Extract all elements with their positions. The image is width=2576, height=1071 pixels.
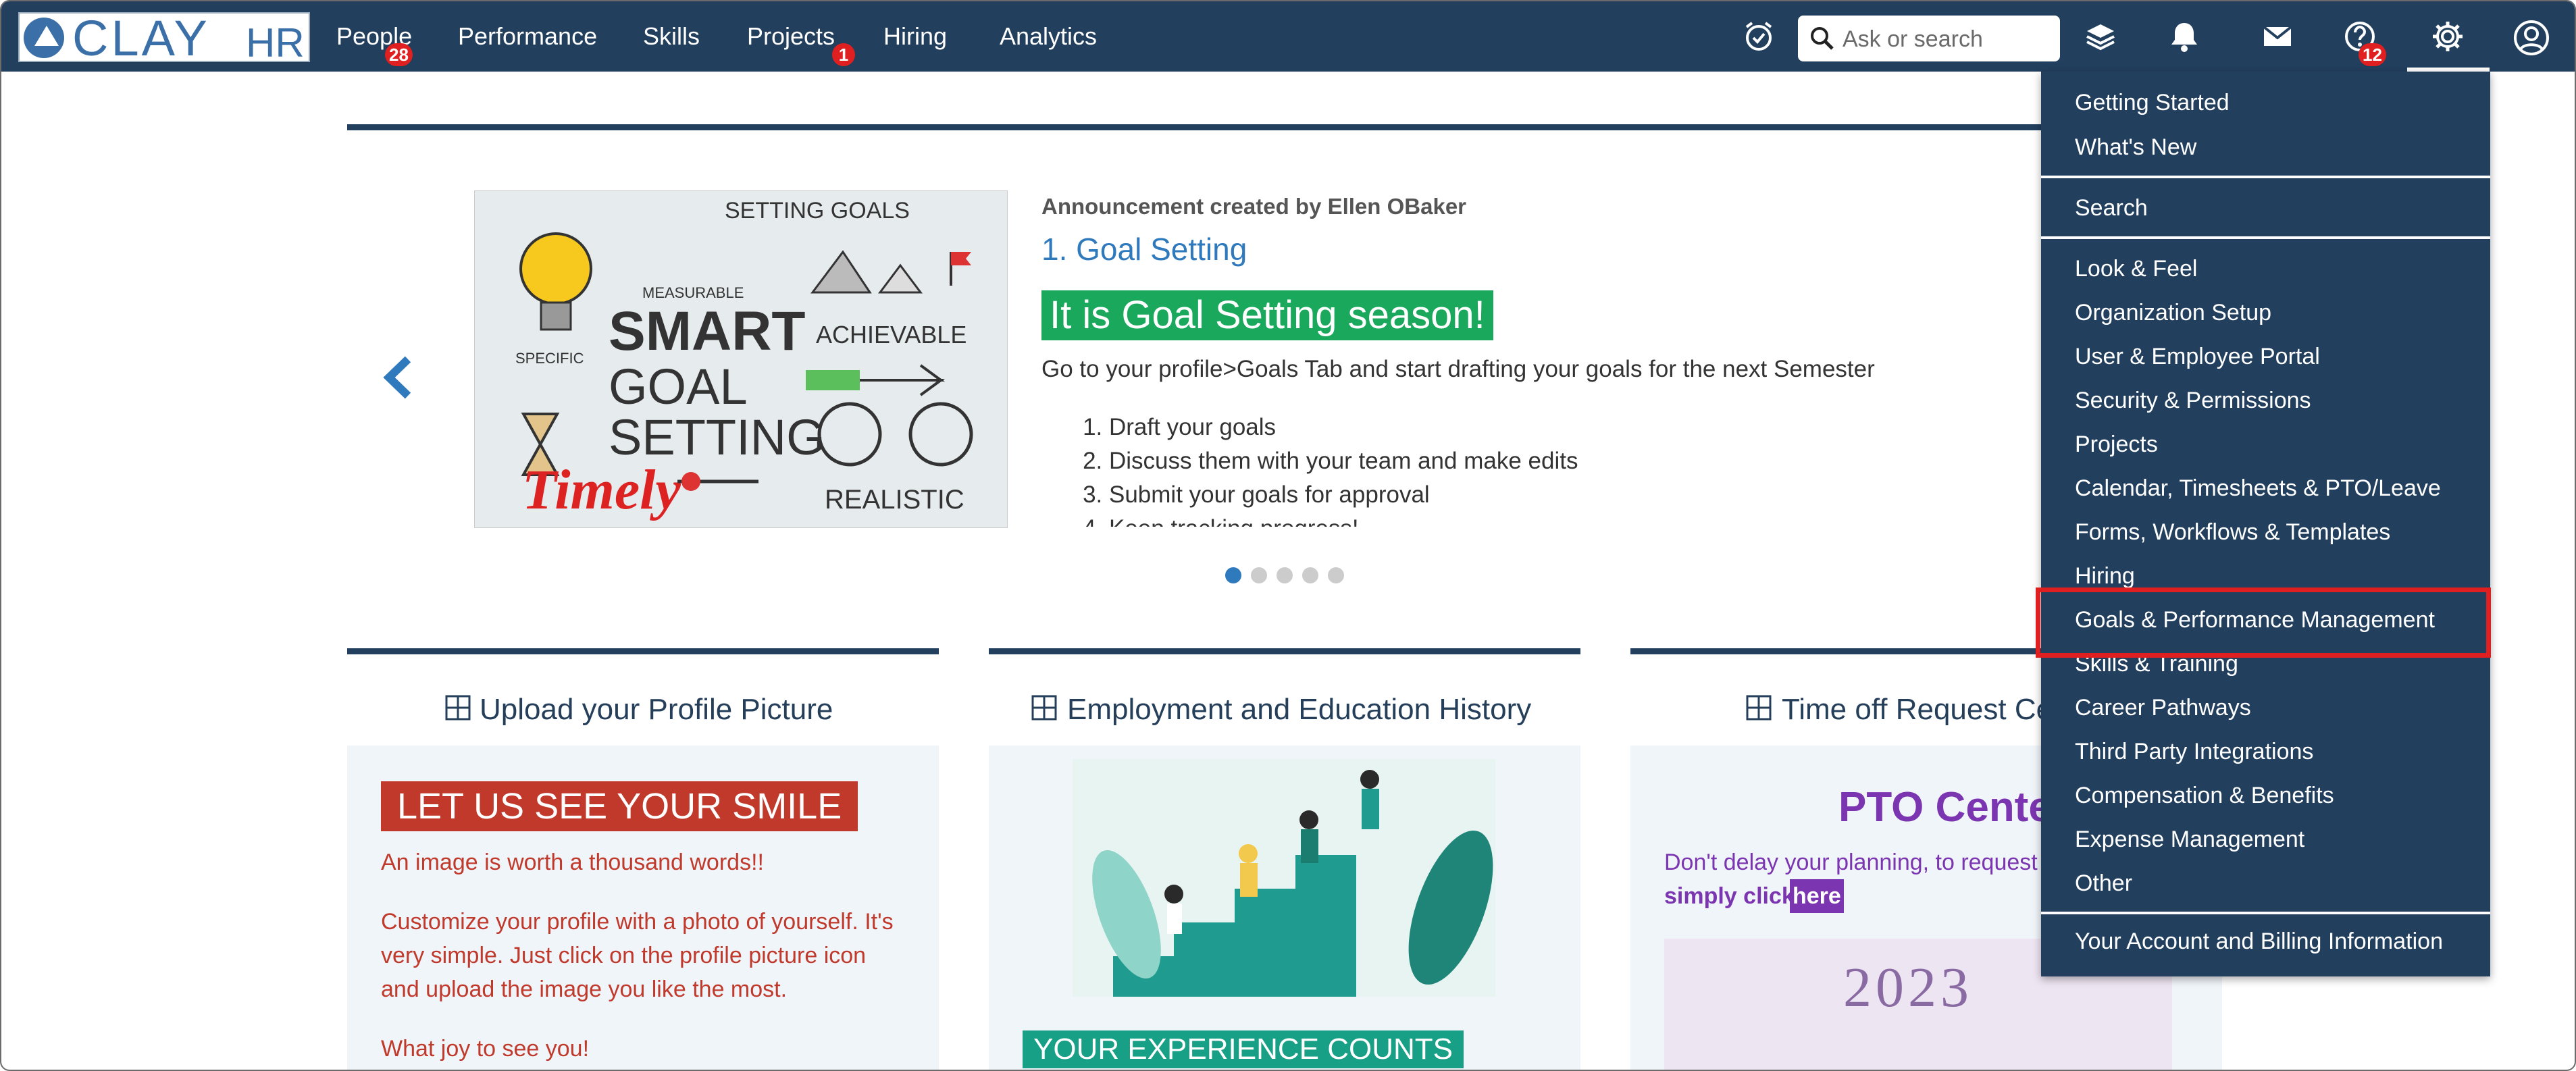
smile-banner: LET US SEE YOUR SMILE xyxy=(381,781,858,831)
menu-item-organization-setup[interactable]: Organization Setup xyxy=(2075,298,2271,328)
projects-count-badge: 1 xyxy=(832,43,855,66)
carousel-prev-button[interactable] xyxy=(381,354,415,401)
pto-here-link[interactable]: here xyxy=(1790,879,1844,913)
menu-divider xyxy=(2041,236,2490,239)
menu-item-look-feel[interactable]: Look & Feel xyxy=(2075,254,2197,284)
svg-text:SETTING: SETTING xyxy=(609,409,825,465)
menu-item-security-permissions[interactable]: Security & Permissions xyxy=(2075,386,2311,415)
svg-text:Timely: Timely xyxy=(522,459,681,521)
checkin-icon[interactable] xyxy=(1741,19,1776,54)
menu-item-career-pathways[interactable]: Career Pathways xyxy=(2075,693,2251,723)
layers-icon[interactable] xyxy=(2083,19,2118,54)
logo-subtext: HR xyxy=(246,20,305,66)
menu-item-third-party-integrations[interactable]: Third Party Integrations xyxy=(2075,737,2313,766)
card-title-employment-history: Employment and Education History xyxy=(1067,693,1532,726)
list-item: Discuss them with your team and make edi… xyxy=(1109,444,1578,478)
carousel-dot-4[interactable] xyxy=(1302,567,1318,583)
menu-item-forms-workflows[interactable]: Forms, Workflows & Templates xyxy=(2075,517,2390,547)
nav-projects[interactable]: Projects xyxy=(747,22,835,51)
search-box[interactable] xyxy=(1798,16,2060,61)
section-divider xyxy=(347,124,2222,130)
card-divider xyxy=(989,648,1580,654)
svg-text:SETTING GOALS: SETTING GOALS xyxy=(725,198,910,224)
list-item: Draft your goals xyxy=(1109,411,1578,444)
announcement-headline: It is Goal Setting season! xyxy=(1041,290,1493,340)
highlight-box xyxy=(2036,587,2491,658)
card-text: very simple. Just click on the profile p… xyxy=(381,943,867,968)
announcement-title[interactable]: 1. Goal Setting xyxy=(1041,231,1247,267)
grid-icon xyxy=(1746,695,1772,721)
grid-icon xyxy=(1031,695,1057,721)
card-title-profile-picture: Upload your Profile Picture xyxy=(480,693,833,726)
menu-item-expense-management[interactable]: Expense Management xyxy=(2075,825,2304,854)
user-icon[interactable] xyxy=(2513,19,2549,55)
list-item: Submit your goals for approval xyxy=(1109,478,1578,512)
svg-text:SMART: SMART xyxy=(609,301,806,362)
svg-text:ACHIEVABLE: ACHIEVABLE xyxy=(816,321,967,348)
menu-item-compensation-benefits[interactable]: Compensation & Benefits xyxy=(2075,781,2334,810)
grid-icon xyxy=(445,695,471,721)
nav-performance[interactable]: Performance xyxy=(458,22,597,51)
logo-mark-icon xyxy=(24,18,64,58)
card-title-time-off: Time off Request Ce xyxy=(1782,693,2053,726)
menu-item-user-employee-portal[interactable]: User & Employee Portal xyxy=(2075,342,2320,371)
settings-menu: Getting Started What's New Search Look &… xyxy=(2041,72,2490,976)
menu-divider xyxy=(2041,912,2490,914)
people-count-badge: 28 xyxy=(385,43,413,66)
bell-icon[interactable] xyxy=(2167,19,2202,54)
menu-item-calendar-timesheets[interactable]: Calendar, Timesheets & PTO/Leave xyxy=(2075,473,2441,503)
app-window: CLAY HR People 28 Performance Skills Pro… xyxy=(0,0,2576,1071)
menu-item-hiring[interactable]: Hiring xyxy=(2075,561,2135,591)
mail-icon[interactable] xyxy=(2260,19,2295,54)
nav-skills[interactable]: Skills xyxy=(643,22,700,51)
svg-text:MEASURABLE: MEASURABLE xyxy=(642,284,744,301)
card-text: What joy to see you! xyxy=(381,1036,590,1062)
experience-banner: YOUR EXPERIENCE COUNTS xyxy=(1023,1030,1464,1068)
card-text: and upload the image you like the most. xyxy=(381,976,788,1002)
menu-item-other[interactable]: Other xyxy=(2075,868,2132,898)
goal-setting-illustration: SETTING GOALS MEASURABLE SPECIFIC SMART … xyxy=(474,190,1008,528)
top-nav: CLAY HR People 28 Performance Skills Pro… xyxy=(1,1,2575,72)
menu-item-projects[interactable]: Projects xyxy=(2075,429,2158,459)
card-text: Customize your profile with a photo of y… xyxy=(381,909,894,935)
team-climbing-illustration xyxy=(1073,759,1495,997)
carousel-dot-2[interactable] xyxy=(1251,567,1267,583)
search-input[interactable] xyxy=(1841,21,2053,57)
nav-hiring[interactable]: Hiring xyxy=(883,22,947,51)
pto-text: Don't delay your planning, to request xyxy=(1664,850,2038,875)
gear-icon xyxy=(2433,22,2463,51)
carousel-dot-3[interactable] xyxy=(1277,567,1293,583)
pto-text-prefix: simply click xyxy=(1664,883,1795,909)
nav-analytics[interactable]: Analytics xyxy=(1000,22,1097,51)
clayhr-logo[interactable]: CLAY HR xyxy=(18,10,310,66)
carousel-dot-5[interactable] xyxy=(1328,567,1344,583)
search-icon xyxy=(1811,27,1834,50)
svg-text:SPECIFIC: SPECIFIC xyxy=(515,350,584,367)
menu-item-getting-started[interactable]: Getting Started xyxy=(2075,88,2230,117)
menu-item-search[interactable]: Search xyxy=(2075,193,2148,223)
list-item: Keep tracking progress! xyxy=(1109,512,1578,527)
svg-text:GOAL: GOAL xyxy=(609,359,748,415)
announcement-steps: Draft your goals Discuss them with your … xyxy=(1082,411,1578,527)
announcement-body: Go to your profile>Goals Tab and start d… xyxy=(1041,356,1875,382)
pto-heading: PTO Center xyxy=(1838,784,2068,831)
card-divider xyxy=(347,648,939,654)
announcement-author: Announcement created by Ellen OBaker xyxy=(1041,194,1467,219)
logo-text: CLAY xyxy=(72,10,210,66)
menu-item-whats-new[interactable]: What's New xyxy=(2075,132,2196,162)
calendar-year: 2023 xyxy=(1843,956,1973,1019)
menu-item-account-billing[interactable]: Your Account and Billing Information xyxy=(2075,926,2443,956)
settings-tab[interactable] xyxy=(2407,1,2490,72)
svg-text:REALISTIC: REALISTIC xyxy=(825,485,964,515)
help-count-badge: 12 xyxy=(2359,43,2386,66)
card-text: An image is worth a thousand words!! xyxy=(381,850,764,875)
carousel-dot-1[interactable] xyxy=(1225,567,1241,583)
menu-divider xyxy=(2041,176,2490,178)
